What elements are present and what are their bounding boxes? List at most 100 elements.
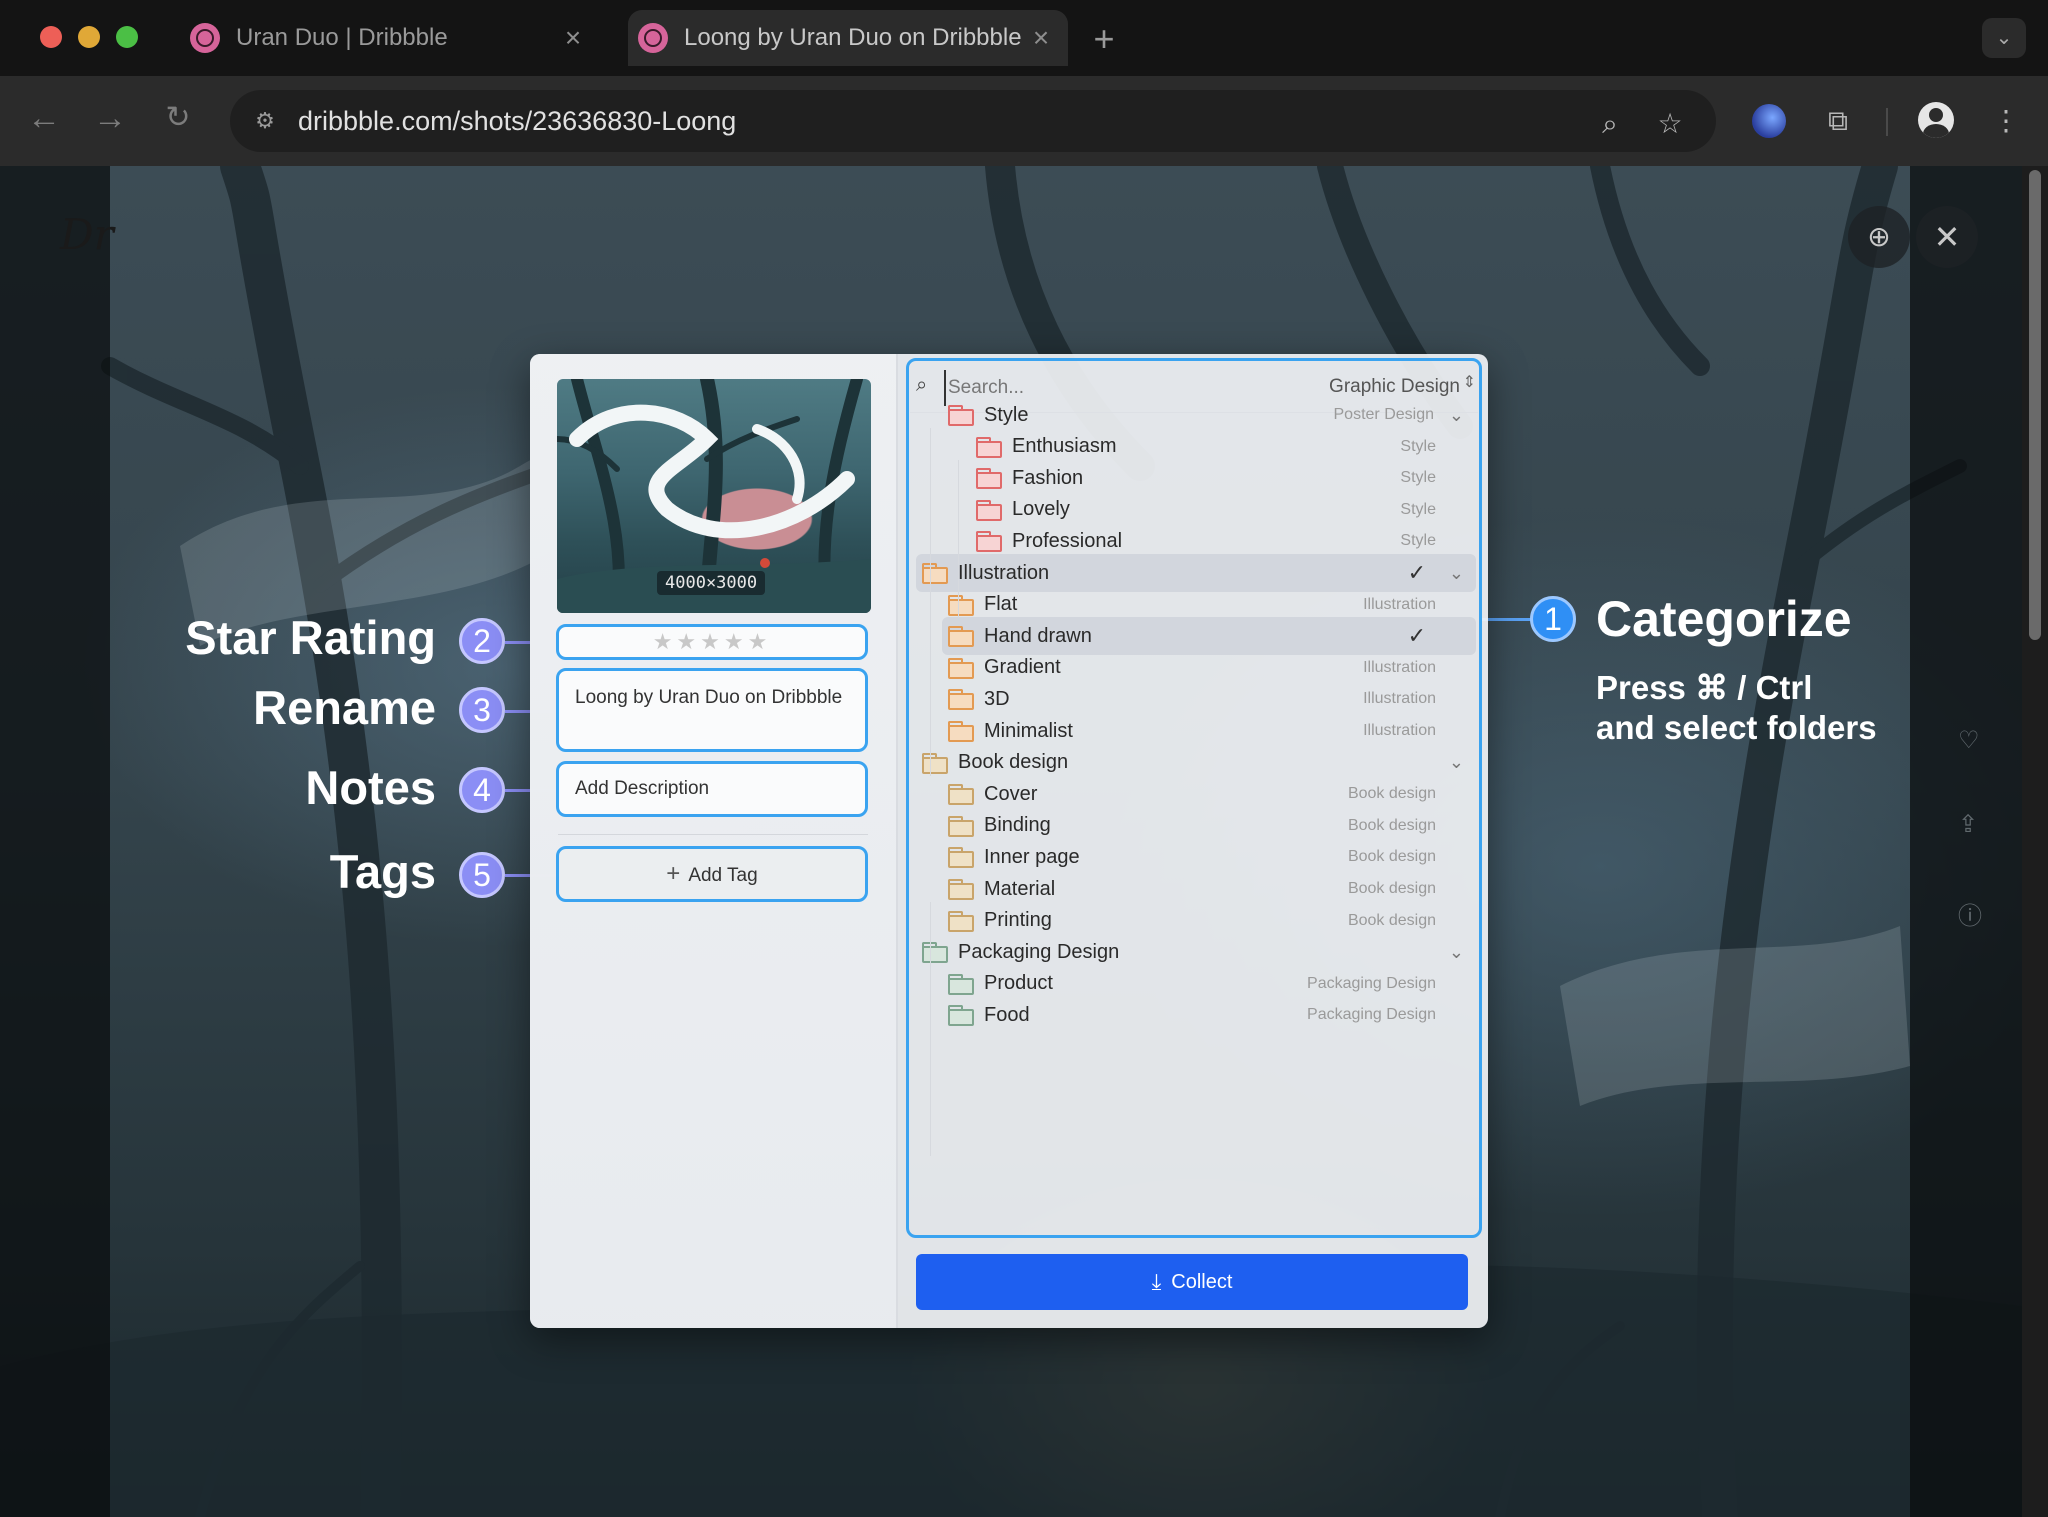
tab-title: Loong by Uran Duo on Dribbble: [684, 24, 1022, 51]
browser-toolbar: ← → ↻ ⚙ dribbble.com/shots/23636830-Loon…: [0, 76, 2048, 166]
plus-icon: +: [666, 860, 681, 887]
more-menu-icon[interactable]: ⋮: [1988, 103, 2024, 139]
address-bar[interactable]: ⚙ dribbble.com/shots/23636830-Loong ⌕ ☆: [230, 90, 1716, 152]
page-overlay-left: [0, 166, 110, 1517]
star-rating-field[interactable]: ★★★★★: [556, 624, 868, 660]
tab-search-button[interactable]: ⌄: [1982, 18, 2026, 58]
folder-icon: [948, 405, 974, 426]
folder-name: Gradient: [984, 656, 1061, 679]
reload-icon[interactable]: ↻: [158, 98, 198, 138]
add-tag-label: Add Tag: [688, 865, 758, 886]
share-icon[interactable]: ⇪: [1958, 810, 1978, 839]
toolbar-divider: [1886, 108, 1888, 136]
folder-parent-label: Book design: [1347, 848, 1436, 866]
checkmark-icon: ✓: [1407, 623, 1426, 649]
folder-parent-label: Illustration: [1363, 595, 1436, 613]
folder-name: Illustration: [958, 561, 1050, 584]
annotation-categorize-hint: Press ⌘ / Ctrl and select folders: [1596, 668, 1877, 748]
search-icon: ⌕: [916, 374, 928, 396]
new-tab-button[interactable]: +: [1086, 18, 1122, 60]
tab-close-icon[interactable]: ×: [1024, 22, 1058, 54]
close-icon[interactable]: ✕: [1916, 206, 1978, 268]
tree-guide-line: [930, 1060, 931, 1156]
folder-name: Enthusiasm: [1012, 435, 1117, 458]
url-text[interactable]: dribbble.com/shots/23636830-Loong: [298, 90, 736, 152]
folder-name: Cover: [984, 782, 1038, 805]
page-overlay-right: [1910, 166, 2022, 1517]
zoom-icon[interactable]: ⌕: [1594, 108, 1626, 140]
window-zoom-button[interactable]: [116, 26, 138, 48]
folder-icon: [948, 973, 974, 995]
site-settings-icon[interactable]: ⚙: [246, 102, 284, 140]
window-minimize-button[interactable]: [78, 26, 100, 48]
shot-thumbnail: 4000×3000: [557, 379, 871, 613]
extension-icon[interactable]: [1752, 104, 1786, 138]
annotation-star-rating-label: Star Rating: [185, 611, 436, 664]
annotation-notes-label: Notes: [305, 761, 436, 814]
folder-icon: [976, 468, 1002, 490]
scrollbar-thumb[interactable]: [2029, 170, 2041, 640]
window-close-button[interactable]: [40, 26, 62, 48]
updown-chevron-icon[interactable]: ⇕: [1463, 372, 1476, 392]
panel-divider: [896, 354, 898, 1328]
folder-icon: [948, 657, 974, 679]
annotation-badge-1: 1: [1530, 596, 1576, 642]
chevron-down-icon[interactable]: ⌄: [1449, 563, 1464, 584]
folder-name: Printing: [984, 909, 1052, 932]
collect-panel: 4000×3000 ★★★★★ Loong by Uran Duo on Dri…: [530, 354, 1488, 1328]
dribbble-logo[interactable]: Dr: [60, 210, 114, 259]
folder-icon: [948, 815, 974, 837]
collect-button[interactable]: ⤓ Collect: [916, 1254, 1468, 1310]
folder-icon: [976, 531, 1002, 553]
add-tag-button[interactable]: + Add Tag: [556, 846, 868, 902]
info-icon[interactable]: ⓘ: [1958, 896, 1982, 931]
folder-icon: [948, 1005, 974, 1027]
collect-label: Collect: [1171, 1270, 1233, 1293]
folder-icon: [948, 721, 974, 742]
folder-icon: [948, 847, 974, 869]
annotation-categorize-label: Categorize: [1596, 591, 1852, 647]
folder-name: Packaging Design: [958, 940, 1120, 963]
folder-parent-label: Book design: [1347, 816, 1436, 834]
tab-loong[interactable]: Loong by Uran Duo on Dribbble ×: [628, 10, 1068, 66]
dribbble-favicon-icon: [190, 23, 220, 53]
folder-parent-label: Poster Design: [1333, 406, 1435, 423]
tab-bar: Uran Duo | Dribbble × Loong by Uran Duo …: [0, 0, 2048, 76]
rename-field[interactable]: Loong by Uran Duo on Dribbble: [556, 668, 868, 752]
tab-uran-duo[interactable]: Uran Duo | Dribbble ×: [180, 10, 600, 66]
folder-icon: [976, 436, 1002, 458]
folder-icon: [948, 879, 974, 900]
folder-icon: [948, 784, 974, 806]
folder-parent-label: Style: [1400, 437, 1436, 455]
page-scrollbar[interactable]: [2022, 166, 2048, 1517]
folder-parent-label: Book design: [1347, 880, 1436, 897]
folder-icon: [948, 689, 974, 711]
forward-arrow-icon[interactable]: →: [90, 98, 130, 138]
profile-avatar-icon[interactable]: [1918, 102, 1954, 138]
bookmark-star-icon[interactable]: ☆: [1654, 108, 1686, 140]
tree-guide-line: [930, 902, 931, 1062]
hint-line-2: and select folders: [1596, 709, 1877, 746]
library-selector[interactable]: Graphic Design: [1329, 376, 1460, 398]
folder-name: Flat: [984, 593, 1018, 616]
star-rating-stars[interactable]: ★★★★★: [653, 629, 772, 654]
zoom-in-icon[interactable]: ⊕: [1848, 206, 1910, 268]
annotation-rename-label: Rename: [253, 681, 436, 734]
folder-parent-label: Book design: [1347, 785, 1436, 803]
tab-title: Uran Duo | Dribbble: [236, 24, 448, 51]
chevron-down-icon[interactable]: ⌄: [1449, 942, 1464, 963]
extensions-puzzle-icon[interactable]: ⧉: [1820, 103, 1856, 139]
like-icon[interactable]: ♡: [1958, 726, 1980, 755]
description-field[interactable]: Add Description: [556, 761, 868, 817]
folder-parent-label: Illustration: [1363, 690, 1436, 708]
folder-parent-label: Style: [1400, 469, 1436, 487]
folder-parent-label: Style: [1400, 532, 1436, 550]
folder-row-food[interactable]: Food Packaging Design: [942, 996, 1476, 1034]
hint-line-1: Press ⌘ / Ctrl: [1596, 669, 1813, 706]
tab-close-icon[interactable]: ×: [556, 22, 590, 54]
chevron-down-icon[interactable]: ⌄: [1449, 752, 1464, 773]
back-arrow-icon[interactable]: ←: [24, 98, 64, 138]
dribbble-favicon-icon: [638, 23, 668, 53]
chevron-down-icon[interactable]: ⌄: [1449, 405, 1464, 426]
annotation-badge-4: 4: [459, 767, 505, 813]
